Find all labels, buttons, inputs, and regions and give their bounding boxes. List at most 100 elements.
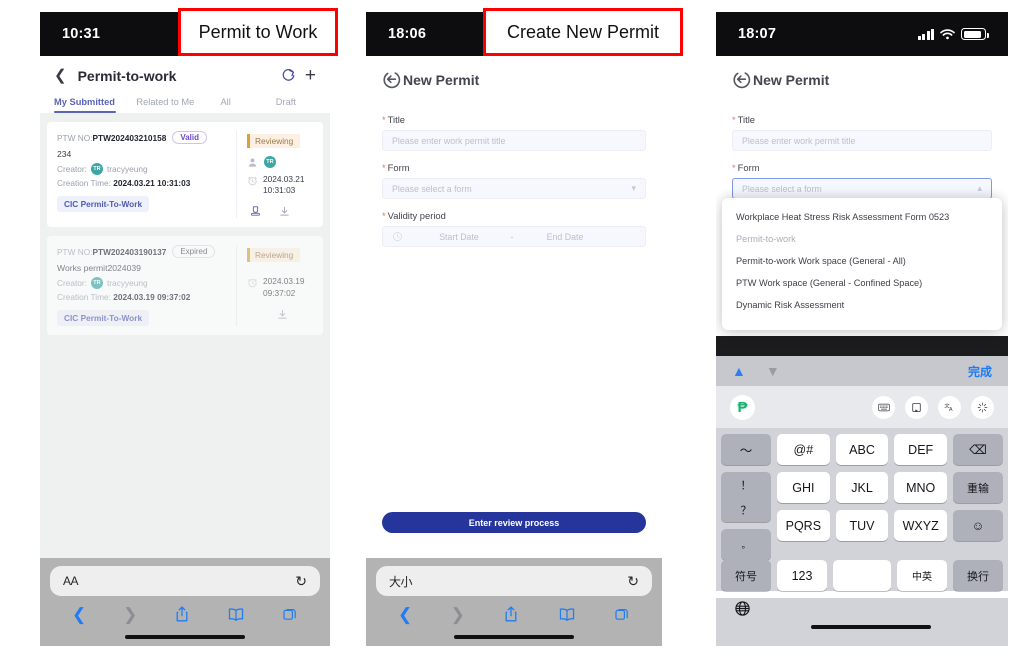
key-tilde[interactable]: ～ [721,434,771,465]
wifi-icon [940,28,955,40]
status-clock: 10:31 [62,26,101,42]
key-language-toggle[interactable]: 中英 [897,560,947,591]
clock-icon [392,231,403,242]
permit-subject: Works permit2024039 [57,263,141,274]
key-at-hash[interactable]: @# [777,434,830,465]
refresh-icon[interactable] [281,68,296,83]
chevron-right-icon[interactable]: ❯ [451,606,465,623]
key-space[interactable] [833,560,891,591]
creation-value: 2024.03.19 09:37:02 [113,292,191,303]
chevron-left-icon[interactable]: ❮ [54,68,67,83]
review-time: 2024.03.19 09:37:02 [247,276,315,298]
form-select[interactable]: Please select a form ▴ [732,178,992,199]
title-input[interactable]: Please enter work permit title [382,130,646,151]
key-numbers[interactable]: 123 [777,560,827,591]
key-mno[interactable]: MNO [894,472,948,503]
back-circle-arrow-icon[interactable] [382,70,401,89]
page-title: New Permit [753,71,830,88]
phone-panel-permit-list: 10:31 ❮ Permit-to-work + My Submitted Re… [40,12,330,646]
keyboard-bottom-bar [716,598,1008,646]
key-ghi[interactable]: GHI [777,472,830,503]
dropdown-option[interactable]: Permit-to-work Work space (General - All… [722,250,1002,272]
permit-creator: Creator: TR tracyyeung [57,277,230,290]
tab-my-submitted[interactable]: My Submitted [54,97,135,113]
dropdown-option[interactable]: Permit-to-work [722,228,1002,250]
review-time: 2024.03.21 10:31:03 [247,174,315,196]
enter-review-process-button[interactable]: Enter review process [382,512,646,533]
reload-icon[interactable]: ↻ [627,573,639,590]
creation-label: Creation Time: [57,178,111,188]
creation-value: 2024.03.21 10:31:03 [113,178,191,188]
tab-draft[interactable]: Draft [256,97,316,113]
translate-icon[interactable]: 文A [938,395,961,419]
permit-card[interactable]: PTW NO:PTW202403210158 Valid 234 Creator… [47,122,323,228]
key-jkl[interactable]: JKL [835,472,889,503]
key-punctuation[interactable]: ！ ？ [721,472,771,522]
ime-logo-icon[interactable]: ₱ [730,394,755,420]
stamp-icon[interactable] [249,205,262,218]
back-circle-arrow-icon[interactable] [732,70,751,89]
title-input[interactable]: Please enter work permit title [732,130,992,151]
permit-tag: CIC Permit-To-Work [57,310,150,327]
card-action-row [247,308,315,321]
sparkle-icon[interactable] [971,395,994,419]
download-icon[interactable] [278,205,291,218]
tabs-icon[interactable] [614,606,630,622]
permit-card[interactable]: PTW NO:PTW202403190137 Expired Works per… [47,236,323,336]
permit-list-header: ❮ Permit-to-work + My Submitted Related … [40,56,330,113]
annotation-permit-to-work: Permit to Work [178,8,338,56]
validity-period-input[interactable]: Start Date - End Date [382,226,646,247]
tab-all[interactable]: All [195,97,255,113]
dropdown-option[interactable]: Workplace Heat Stress Risk Assessment Fo… [722,206,1002,228]
book-icon[interactable] [558,607,576,622]
backspace-icon[interactable]: ⌫ [953,434,1003,465]
form-field-label: * Form [382,162,410,173]
tab-related-to-me[interactable]: Related to Me [135,97,195,113]
key-retype[interactable]: 重输 [953,472,1003,503]
status-clock: 18:07 [738,26,777,42]
chevron-down-icon[interactable]: ▼ [766,363,780,379]
clipboard-icon[interactable] [905,395,928,419]
keyboard-icon[interactable] [872,395,895,419]
address-bar[interactable]: AA ↻ [50,566,320,596]
key-tuv[interactable]: TUV [835,510,889,541]
start-date-placeholder: Start Date [439,231,479,242]
new-permit-form: * Title Please enter work permit title * F… [366,93,662,247]
dropdown-option[interactable]: PTW Work space (General - Confined Space… [722,272,1002,294]
chevron-left-icon[interactable]: ❮ [398,606,412,623]
chevron-left-icon[interactable]: ❮ [72,606,86,623]
key-symbols[interactable]: 符号 [721,560,771,591]
creator-name: tracyyeung [106,164,148,174]
address-bar[interactable]: 大小 ↻ [376,566,652,596]
emoji-icon[interactable]: ☺ [953,510,1003,541]
key-wxyz[interactable]: WXYZ [894,510,948,541]
share-icon[interactable] [174,605,190,623]
title-placeholder: Please enter work permit title [392,135,506,146]
key-pqrs[interactable]: PQRS [777,510,830,541]
clock-icon [247,277,258,288]
key-enter[interactable]: 换行 [953,560,1003,591]
review-clock: 10:31:03 [263,185,296,196]
chevron-up-icon[interactable]: ▲ [732,363,746,379]
permit-no-label: PTW NO: [57,246,93,257]
form-placeholder: Please select a form [742,183,822,194]
plus-icon[interactable]: + [305,66,316,85]
share-icon[interactable] [503,605,519,623]
text-size-button[interactable]: 大小 [389,573,413,590]
key-def[interactable]: DEF [894,434,948,465]
download-icon[interactable] [276,308,289,321]
keyboard-done-button[interactable]: 完成 [968,363,992,380]
key-abc[interactable]: ABC [835,434,889,465]
svg-text:A: A [949,406,953,412]
book-icon[interactable] [227,607,245,622]
permit-no-label: PTW NO: [57,132,93,143]
form-options-dropdown: Workplace Heat Stress Risk Assessment Fo… [722,198,1002,330]
tabs-icon[interactable] [282,606,298,622]
key-period[interactable]: 。 [721,529,771,560]
globe-icon[interactable] [734,600,1008,617]
chevron-right-icon[interactable]: ❯ [123,606,137,623]
reload-icon[interactable]: ↻ [295,573,307,590]
text-size-button[interactable]: AA [63,574,79,588]
form-select[interactable]: Please select a form ▾ [382,178,646,199]
dropdown-option[interactable]: Dynamic Risk Assessment [722,294,1002,316]
